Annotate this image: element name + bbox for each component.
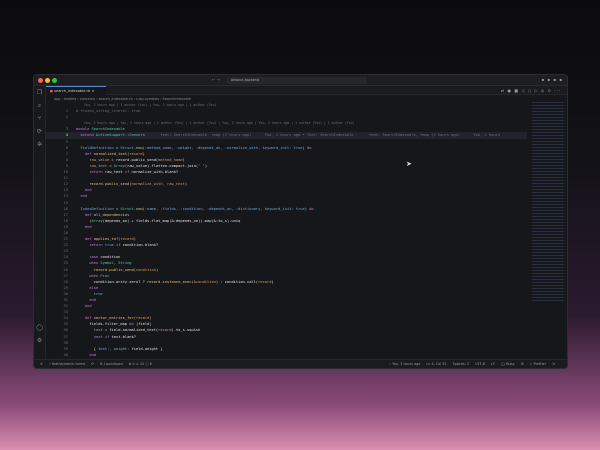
editor-actions[interactable]: ⇄ ● ■ ◁ ○ ▷ ◎ ⊖ ··· <box>501 88 561 93</box>
minimize-window-button[interactable] <box>45 78 50 83</box>
code-token: end <box>76 304 92 309</box>
status-item[interactable]: Spaces: 2 <box>453 362 469 366</box>
code-editor[interactable]: You, 2 hours ago | 1 author (You) | You,… <box>46 102 527 364</box>
maximize-window-button[interactable] <box>52 78 57 83</box>
code-token: : condition.call( <box>218 279 259 284</box>
status-item[interactable]: ⟳ <box>91 362 94 366</box>
code-token: raw_text <box>104 170 125 175</box>
code-token: new <box>135 206 143 211</box>
code-token: ActiveSupport::Concern <box>95 133 145 138</box>
code-token: return <box>76 243 105 248</box>
code-token: do <box>304 145 312 150</box>
activity-item-icon[interactable]: ◯ <box>34 321 45 334</box>
code-token: :name, :fields, :condition, :depends_on,… <box>144 206 305 211</box>
activity-item-icon[interactable]: ❐ <box>34 86 45 99</box>
status-item[interactable]: ⇲ <box>552 362 555 366</box>
close-window-button[interactable] <box>38 78 43 83</box>
status-item[interactable]: {} Ruby <box>501 362 515 366</box>
code-token: extend <box>76 133 96 138</box>
code-token: if <box>124 170 132 175</box>
code-token: condition <box>135 267 156 272</box>
editor-window: ← → aiwave-backend ▪ ▪ ▪ ▪ ❐ ⌕ ⑂ ⟳ ✲ ◯ ⚙ ◼ sea… <box>33 74 568 369</box>
code-token: :method_name, :weight, :depends_on, :nor… <box>144 145 303 150</box>
code-token: return <box>76 170 105 175</box>
code-token: next if <box>76 334 112 339</box>
status-bar: ✕ ⑂ feat/dynamic-forms ⟳ ⇅ Launchpad ⊗ 0 ⚠ 1… <box>34 359 567 368</box>
code-token: } <box>160 346 163 351</box>
code-token: # frozen_string_literal: true <box>76 109 141 114</box>
breadcrumb[interactable]: app › models › concerns › search_indexab… <box>54 97 191 101</box>
code-token: end <box>76 194 88 199</box>
code-token: normalize_with.blank? <box>131 170 179 175</box>
line-number: 2 <box>65 115 68 120</box>
status-item[interactable]: ✕ <box>40 362 43 366</box>
code-token: feat: SearchIndexable, rmap (2 hours ago… <box>144 133 501 138</box>
tab-label: search_indexable.rb <box>54 89 91 93</box>
code-token: record <box>158 328 172 333</box>
nav-arrows[interactable]: ← → <box>212 77 220 82</box>
activity-item-icon[interactable]: ⟳ <box>34 125 45 138</box>
code-token: record.instance_exec <box>147 279 192 284</box>
code-token: true <box>104 243 116 248</box>
code-token: text.blank? <box>111 334 136 339</box>
status-item[interactable]: UTF-8 <box>475 362 485 366</box>
code-token: field.weight <box>131 346 161 351</box>
activity-bar: ❐ ⌕ ⑂ ⟳ ✲ ◯ ⚙ <box>34 86 46 359</box>
code-token: ) <box>271 279 274 284</box>
activity-item-icon[interactable]: ⑂ <box>34 112 45 125</box>
code-token: ) <box>155 267 159 272</box>
code-token: (depends_on) + fields.flat_map(&:depends… <box>102 218 241 223</box>
command-center-search[interactable]: aiwave-backend <box>227 77 367 84</box>
code-token: text:, weight: <box>98 346 132 351</box>
status-item[interactable]: Ln 4, Col 32 <box>426 362 446 366</box>
status-item[interactable]: LF <box>491 362 495 366</box>
mouse-cursor-icon: ➤ <box>406 160 412 168</box>
code-token: ) <box>184 182 188 187</box>
code-token: ).to_s.squish <box>171 328 201 333</box>
status-item[interactable]: ⊗ 0 ⚠ 10 ⓘ 6 <box>129 362 152 366</box>
status-item[interactable]: ✓ Prettier <box>530 362 546 366</box>
code-token: if <box>115 243 123 248</box>
code-token: record <box>258 279 272 284</box>
code-token: do <box>306 206 314 211</box>
activity-item-icon[interactable]: ✲ <box>34 138 45 151</box>
activity-item-icon[interactable]: ⌕ <box>34 99 45 112</box>
tab-close-icon[interactable]: × <box>91 89 94 93</box>
code-token: normalize_with, raw_text <box>131 182 185 187</box>
layout-controls[interactable]: ▪ ▪ ▪ ▪ <box>541 77 563 82</box>
code-token: Array <box>91 218 103 223</box>
minimap[interactable] <box>532 102 564 302</box>
tab-search-indexable[interactable]: ◼ search_indexable.rb × <box>46 86 106 95</box>
code-token: end <box>76 224 92 229</box>
status-item[interactable]: ⇅ Launchpad <box>100 362 123 366</box>
code-token: &condition <box>193 279 216 284</box>
title-bar: ← → aiwave-backend ▪ ▪ ▪ ▪ <box>34 75 567 86</box>
code-line: 4 extend ActiveSupport::Concern feat: Se… <box>46 132 527 139</box>
code-token: condition.blank? <box>122 243 159 248</box>
status-item[interactable]: ◦ You, 2 hours ago <box>389 362 420 366</box>
status-item[interactable]: ⑂ feat/dynamic-forms <box>49 362 85 366</box>
code-token: ' ' <box>198 163 205 168</box>
status-item[interactable]: ⚙ <box>521 362 524 366</box>
activity-item-icon[interactable]: ⚙ <box>34 334 45 347</box>
tab-bar: ◼ search_indexable.rb × ⇄ ● ■ ◁ ○ ▷ ◎ ⊖ … <box>46 86 567 95</box>
code-token: ) <box>204 163 208 168</box>
